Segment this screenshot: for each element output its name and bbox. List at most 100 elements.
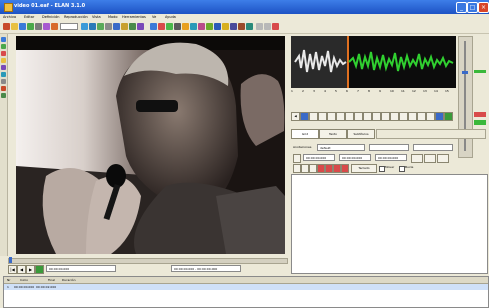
menu-reproduccion[interactable]: Reproducción	[64, 15, 88, 19]
side-tool-6-icon[interactable]	[1, 72, 6, 77]
waveform-view[interactable]	[291, 36, 456, 88]
column-header-end[interactable]: Final	[48, 277, 55, 283]
side-tool-2-icon[interactable]	[1, 44, 6, 49]
copy-icon[interactable]	[43, 23, 50, 30]
menu-vista[interactable]: Vista	[92, 15, 101, 19]
begin-time-field[interactable]: 00:00:00.000	[303, 154, 335, 161]
cut-icon[interactable]	[35, 23, 42, 30]
marker-icon[interactable]	[198, 23, 205, 30]
side-tool-4-icon[interactable]	[1, 58, 6, 63]
side-tool-5-icon[interactable]	[1, 65, 6, 70]
arrow-left-icon[interactable]	[256, 23, 263, 30]
new-icon[interactable]	[3, 23, 10, 30]
zoom-out-icon[interactable]	[89, 23, 96, 30]
column-header-duration[interactable]: Duración	[62, 277, 76, 283]
selection-time-field[interactable]: 00:00:00.000 - 00:00:00.000	[171, 265, 241, 272]
nav-button-17[interactable]	[435, 112, 444, 121]
side-tool-1-icon[interactable]	[1, 37, 6, 42]
star-icon[interactable]	[222, 23, 229, 30]
stop-icon[interactable]	[272, 23, 279, 30]
nav-button-3[interactable]	[309, 112, 318, 121]
table-row[interactable]: 1 00:00:00.000 00:00:02.000	[4, 284, 488, 290]
ctrl-button-2[interactable]	[301, 164, 309, 173]
tier-icon[interactable]	[113, 23, 120, 30]
settings-icon[interactable]	[238, 23, 245, 30]
delete-icon[interactable]	[158, 23, 165, 30]
speaker-icon[interactable]	[190, 23, 197, 30]
maximize-button[interactable]: □	[467, 2, 478, 13]
select-icon[interactable]	[150, 23, 157, 30]
nav-button-18[interactable]	[444, 112, 453, 121]
side-tool-8-icon[interactable]	[1, 86, 6, 91]
ctrl-button-1[interactable]	[293, 164, 301, 173]
ctrl-button-7[interactable]	[341, 164, 349, 173]
nav-button-11[interactable]	[381, 112, 390, 121]
save-icon[interactable]	[19, 23, 26, 30]
nav-button-9[interactable]	[363, 112, 372, 121]
menu-herramientas[interactable]: Herramientas	[122, 15, 146, 19]
side-tool-7-icon[interactable]	[1, 79, 6, 84]
side-tool-3-icon[interactable]	[1, 51, 6, 56]
loop-icon[interactable]	[214, 23, 221, 30]
segment-icon[interactable]	[129, 23, 136, 30]
play-selection-icon[interactable]	[206, 23, 213, 30]
play-button[interactable]: ▶	[26, 265, 35, 274]
zoom-select[interactable]	[60, 23, 78, 30]
menu-ayuda[interactable]: Ayuda	[165, 15, 176, 19]
nav-button-15[interactable]	[417, 112, 426, 121]
ctrl-button-4[interactable]	[317, 164, 325, 173]
minimize-button[interactable]: _	[456, 2, 467, 13]
column-header-start[interactable]: Inicio	[20, 277, 28, 283]
nav-button-16[interactable]	[426, 112, 435, 121]
prev-frame-button[interactable]: ◀	[17, 265, 26, 274]
time-option-2[interactable]	[424, 154, 436, 163]
nav-button-10[interactable]	[372, 112, 381, 121]
video-frame[interactable]	[16, 36, 285, 254]
time-option-1[interactable]	[411, 154, 423, 163]
nav-button-4[interactable]	[318, 112, 327, 121]
link-icon[interactable]	[174, 23, 181, 30]
zoom-in-icon[interactable]	[81, 23, 88, 30]
tab-subtitles[interactable]: Subtítulos	[347, 129, 375, 139]
nav-button-14[interactable]	[408, 112, 417, 121]
keyboard-button[interactable]: Teclado	[351, 164, 377, 173]
column-header-nr[interactable]: Nr	[7, 277, 10, 283]
sync-icon[interactable]	[246, 23, 253, 30]
menu-modo[interactable]: Modo	[108, 15, 118, 19]
navigate-icon[interactable]	[230, 23, 237, 30]
search-icon[interactable]	[137, 23, 144, 30]
annotation-icon[interactable]	[121, 23, 128, 30]
tab-grid[interactable]: Grid	[291, 129, 319, 139]
nav-button-2[interactable]	[300, 112, 309, 121]
grid-icon[interactable]	[97, 23, 104, 30]
nav-button-13[interactable]	[399, 112, 408, 121]
tab-text[interactable]: Texto	[319, 129, 347, 139]
tier-select-2[interactable]	[369, 144, 409, 151]
paste-icon[interactable]	[51, 23, 58, 30]
end-time-field[interactable]: 00:00:00.000	[339, 154, 371, 161]
duration-field[interactable]: 00:00:00.000	[375, 154, 407, 161]
nav-button-5[interactable]	[327, 112, 336, 121]
nav-button-12[interactable]	[390, 112, 399, 121]
open-icon[interactable]	[11, 23, 18, 30]
refresh-icon[interactable]	[27, 23, 34, 30]
arrow-right-icon[interactable]	[264, 23, 271, 30]
ctrl-button-3[interactable]	[309, 164, 317, 173]
menu-archivo[interactable]: Archivo	[3, 15, 16, 19]
side-tool-9-icon[interactable]	[1, 93, 6, 98]
menu-editar[interactable]: Editar	[24, 15, 34, 19]
bookmark-icon[interactable]	[182, 23, 189, 30]
ctrl-button-6[interactable]	[333, 164, 341, 173]
menu-ve[interactable]: Ve	[152, 15, 156, 19]
time-row-button[interactable]	[293, 154, 301, 163]
annotation-grid-area[interactable]	[291, 174, 488, 274]
time-option-3[interactable]	[437, 154, 449, 163]
nav-button-7[interactable]	[345, 112, 354, 121]
meter-thumb[interactable]	[462, 71, 468, 74]
layout-icon[interactable]	[105, 23, 112, 30]
nav-button-1[interactable]: ◀	[291, 112, 300, 121]
menu-definicion[interactable]: Definición	[42, 15, 60, 19]
tier-select-3[interactable]	[413, 144, 453, 151]
ctrl-button-5[interactable]	[325, 164, 333, 173]
loop-mode-button[interactable]	[35, 265, 44, 274]
